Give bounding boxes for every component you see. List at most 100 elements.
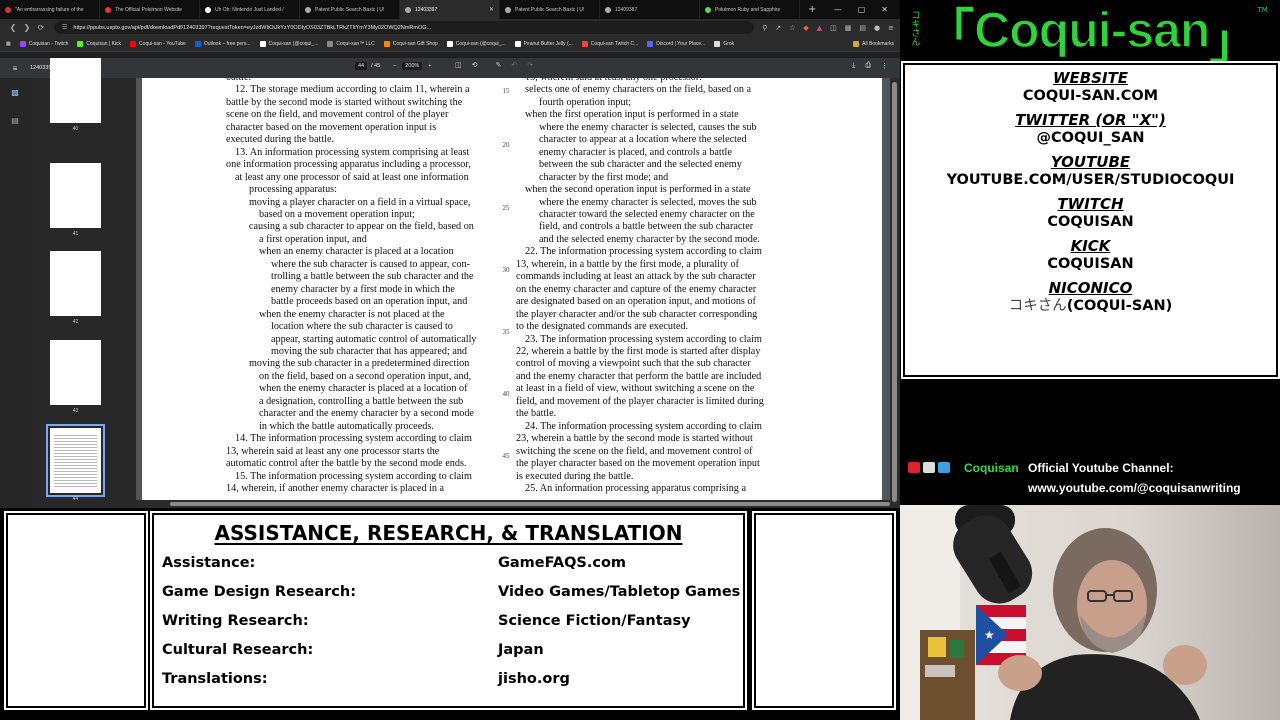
- wallet-icon[interactable]: ▤: [859, 24, 866, 32]
- page-number-input[interactable]: 44: [355, 62, 368, 70]
- tab-label: 12403397: [415, 6, 438, 13]
- extensions-icon[interactable]: ▦: [845, 24, 852, 32]
- document-line: enemy character is placed, and controls …: [539, 146, 732, 158]
- browser-tab[interactable]: The Official Pokémon Website: [100, 0, 200, 19]
- document-line: is executed during the battle.: [516, 470, 634, 482]
- bookmark-item[interactable]: Coqui-san - YouTube: [130, 40, 186, 47]
- page-thumbnail[interactable]: [50, 251, 101, 316]
- video-camera-icon: [908, 462, 920, 473]
- bookmark-item[interactable]: Coquisan - Twitch: [19, 40, 68, 47]
- bookmark-label: Coqui-san - YouTube: [139, 40, 186, 47]
- more-options-icon[interactable]: ⋮: [881, 62, 888, 70]
- annotate-icon[interactable]: ✎: [496, 61, 502, 69]
- bookmark-star-icon[interactable]: ☆: [789, 24, 795, 32]
- rotate-icon[interactable]: ⟲: [472, 61, 478, 69]
- social-label: TWITCH: [1057, 195, 1124, 213]
- url-field[interactable]: ☰ https://ppubs.uspto.gov/api/pdf/downlo…: [54, 21, 755, 34]
- bookmark-item[interactable]: Grok: [714, 40, 734, 47]
- apps-icon[interactable]: ▦: [6, 41, 11, 47]
- bookmark-label: Outlook – free pers...: [203, 40, 251, 47]
- zoom-input[interactable]: 200%: [402, 62, 423, 70]
- document-line: fourth operation input;: [539, 96, 632, 108]
- bookmark-favicon-icon: [19, 40, 26, 47]
- thumbnails-icon[interactable]: ▩: [10, 88, 20, 98]
- zoom-out-button[interactable]: −: [393, 63, 396, 69]
- browser-tab[interactable]: Uh Oh: Nintendo Just Landed /: [200, 0, 300, 19]
- zoom-in-button[interactable]: +: [428, 63, 431, 69]
- channel-title: Official Youtube Channel:: [1028, 461, 1174, 475]
- bookmark-item[interactable]: Outlook – free pers...: [194, 40, 251, 47]
- minimize-icon[interactable]: —: [834, 5, 842, 14]
- outline-icon[interactable]: ▤: [10, 116, 20, 126]
- close-window-icon[interactable]: ✕: [881, 5, 888, 14]
- undo-icon[interactable]: ↶: [511, 61, 517, 69]
- social-value: COQUI-SAN.COM: [905, 87, 1276, 105]
- browser-tab[interactable]: 12403397 ✕: [400, 0, 500, 19]
- browser-tab[interactable]: 12409387: [600, 0, 700, 19]
- sidebar-toggle-icon[interactable]: ◫: [830, 24, 837, 32]
- redo-icon[interactable]: ↷: [527, 61, 533, 69]
- site-info-icon[interactable]: ☰: [62, 24, 67, 31]
- brave-shield-icon[interactable]: ◆: [803, 24, 808, 32]
- browser-tab[interactable]: Patent Public Search Basic | U!: [500, 0, 600, 19]
- tab-favicon-icon: [705, 6, 711, 13]
- page-thumbnail[interactable]: [50, 340, 101, 405]
- pdf-document-view[interactable]: battle.12. The storage medium according …: [136, 78, 890, 502]
- vertical-scrollbar[interactable]: [890, 78, 900, 508]
- print-icon[interactable]: ⎙: [865, 62, 871, 70]
- document-line: the player character based on the moveme…: [516, 458, 760, 470]
- bookmarks-bar: ▦ Coquisan - Twitch Coquisan | Kick Coqui-…: [0, 36, 900, 52]
- share-icon[interactable]: ↗: [775, 24, 781, 32]
- logo-text: Coqui-san: [973, 1, 1211, 59]
- horizontal-scrollbar[interactable]: [136, 500, 890, 508]
- document-line: one information processing apparatus inc…: [226, 159, 471, 171]
- credit-label: Game Design Research:: [162, 584, 357, 600]
- reload-icon[interactable]: ⟳: [34, 23, 48, 32]
- all-bookmarks-button[interactable]: All Bookmarks: [853, 40, 894, 47]
- line-number: 30: [502, 266, 510, 274]
- zoom-icon[interactable]: ⚲: [762, 24, 767, 32]
- browser-tab[interactable]: Patent Public Search Basic | U!: [300, 0, 400, 19]
- bookmark-item[interactable]: Coquisan | Kick: [77, 40, 121, 47]
- brave-rewards-icon[interactable]: ▲: [817, 24, 822, 32]
- maximize-icon[interactable]: ▢: [858, 5, 866, 14]
- forward-icon[interactable]: ❯: [20, 23, 34, 32]
- tab-favicon-icon: [605, 6, 611, 13]
- document-line: selects one of enemy characters on the f…: [525, 84, 752, 96]
- logo-trademark: TM: [1257, 6, 1268, 14]
- bookmark-favicon-icon: [514, 40, 521, 47]
- mouse-cursor-icon: ⌖: [318, 374, 323, 383]
- profile-icon[interactable]: ●: [874, 24, 880, 32]
- credit-label: Cultural Research:: [162, 642, 314, 658]
- bookmark-item[interactable]: Coqui-san™ LLC: [327, 40, 375, 47]
- fit-page-icon[interactable]: ◫: [455, 61, 462, 69]
- browser-tab[interactable]: Pokémon Ruby and Sapphire: [700, 0, 800, 19]
- new-tab-button[interactable]: +: [808, 4, 816, 15]
- credit-value: Science Fiction/Fantasy: [498, 613, 691, 629]
- url-text: https://ppubs.uspto.gov/api/pdf/download…: [73, 24, 432, 31]
- document-line: causing a sub character to appear on the…: [249, 221, 474, 233]
- bookmark-item[interactable]: Coqui-san Gift Shop: [383, 40, 438, 47]
- bookmark-item[interactable]: Peanut Butter Jelly (...: [514, 40, 573, 47]
- bookmark-item[interactable]: Coqui-san Twitch C...: [581, 40, 638, 47]
- pdf-toolbar: ≡ 12403397 44 / 45 − 200% + ◫ ⟲ ✎ ↶ ↷ ⤓ …: [0, 58, 900, 78]
- document-line: enemy character by a first mode in which…: [271, 283, 455, 295]
- page-thumbnail[interactable]: [50, 58, 101, 123]
- bookmark-item[interactable]: Coqui-san (@coqui_...: [446, 40, 506, 47]
- page-thumbnail[interactable]: [50, 163, 101, 228]
- document-line: on the field, based on a second operatio…: [259, 370, 472, 382]
- social-label: KICK: [1070, 237, 1111, 255]
- document-line: 25. An information processing apparatus …: [525, 482, 746, 494]
- line-number: 15: [502, 87, 510, 95]
- webcam-feed: ★: [900, 505, 1280, 720]
- bookmark-item[interactable]: Coqui-san (@coqui_...: [259, 40, 318, 47]
- pdf-menu-icon[interactable]: ≡: [0, 64, 30, 73]
- document-line: at least in a field of view, without swi…: [516, 383, 755, 395]
- back-icon[interactable]: ❮: [6, 23, 20, 32]
- download-icon[interactable]: ⤓: [852, 62, 855, 70]
- browser-tab[interactable]: "An embarrassing failure of the: [0, 0, 100, 19]
- tab-close-icon[interactable]: ✕: [489, 6, 494, 13]
- page-thumbnail[interactable]: [46, 424, 105, 497]
- menu-icon[interactable]: ≡: [888, 24, 894, 32]
- bookmark-item[interactable]: Discord | Your Place...: [647, 40, 705, 47]
